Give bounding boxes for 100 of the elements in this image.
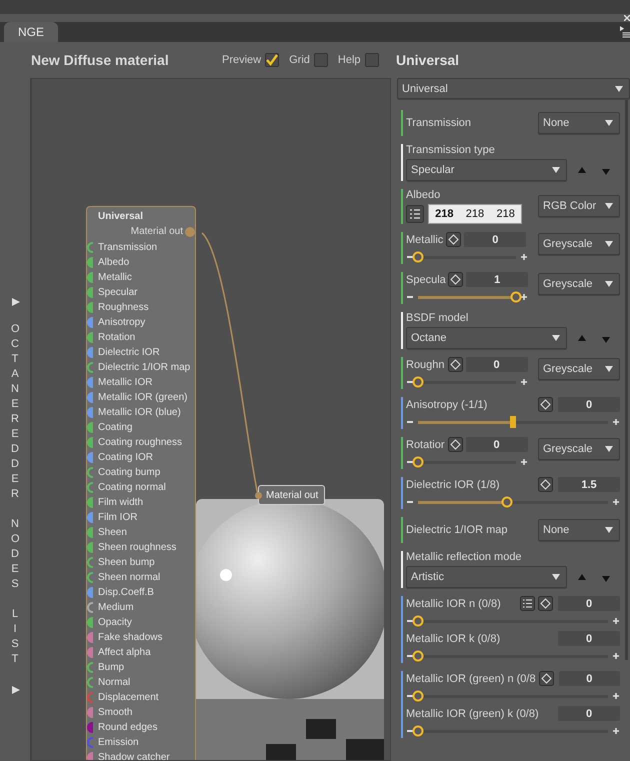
slider-thumb[interactable] (412, 650, 424, 662)
input-pin[interactable] (87, 542, 93, 553)
input-pin[interactable] (87, 347, 93, 358)
plus-icon[interactable] (520, 293, 528, 301)
move-up-icon[interactable] (578, 574, 586, 580)
input-pin[interactable] (87, 272, 93, 283)
input-pin[interactable] (255, 492, 262, 499)
input-pin[interactable] (87, 587, 93, 598)
value-field[interactable]: 1 (466, 272, 528, 287)
value-field[interactable]: 0 (558, 631, 620, 646)
value-field[interactable]: 0 (464, 232, 526, 247)
input-pin[interactable] (87, 482, 93, 493)
dropdown[interactable]: Artistic (406, 566, 567, 588)
diamond-icon[interactable] (448, 357, 463, 372)
node-type-dropdown[interactable]: Universal (397, 78, 630, 99)
close-icon[interactable] (624, 15, 630, 21)
dropdown[interactable]: Specular (406, 159, 567, 181)
input-pin[interactable] (87, 287, 93, 298)
dropdown[interactable]: Octane (406, 327, 567, 349)
checkbox[interactable] (364, 53, 379, 67)
checkbox[interactable] (265, 53, 280, 67)
panel-menu-icon[interactable] (620, 25, 630, 39)
output-node[interactable]: Material out (258, 485, 326, 505)
dropdown[interactable]: Greyscale (538, 233, 620, 255)
plus-icon[interactable] (520, 458, 528, 466)
move-up-icon[interactable] (578, 335, 586, 341)
input-pin[interactable] (87, 422, 93, 433)
diamond-icon[interactable] (448, 437, 463, 452)
input-pin[interactable] (87, 452, 93, 463)
minus-icon[interactable] (406, 498, 414, 506)
diamond-icon[interactable] (538, 477, 553, 492)
minus-icon[interactable] (406, 458, 414, 466)
input-pin[interactable] (87, 647, 93, 658)
minus-icon[interactable] (406, 253, 414, 261)
input-pin[interactable] (87, 407, 93, 418)
sidebar-label[interactable]: NODES (11, 517, 19, 592)
diamond-icon[interactable] (538, 596, 553, 611)
input-pin[interactable] (87, 677, 93, 688)
value-field[interactable]: 0 (558, 397, 620, 412)
dropdown[interactable]: Greyscale (538, 273, 620, 295)
diamond-icon[interactable] (538, 671, 554, 686)
input-pin[interactable] (87, 437, 93, 448)
minus-icon[interactable] (406, 652, 414, 660)
input-pin[interactable] (87, 467, 93, 478)
slider-thumb[interactable] (412, 456, 424, 468)
input-pin[interactable] (87, 512, 93, 523)
input-pin[interactable] (87, 692, 93, 703)
list-icon[interactable] (520, 596, 535, 611)
input-pin[interactable] (87, 362, 93, 373)
move-down-icon[interactable] (602, 168, 610, 174)
plus-icon[interactable] (520, 253, 528, 261)
input-pin[interactable] (87, 317, 93, 328)
value-field[interactable]: 0 (558, 671, 620, 686)
input-pin[interactable] (87, 302, 93, 313)
input-pin[interactable] (87, 332, 93, 343)
input-pin[interactable] (87, 602, 93, 613)
dropdown[interactable]: None (538, 112, 620, 134)
minus-icon[interactable] (406, 293, 414, 301)
dropdown[interactable]: Greyscale (538, 358, 620, 380)
checkbox[interactable] (314, 53, 328, 67)
color-field[interactable]: 218 218 218 (428, 204, 522, 224)
diamond-icon[interactable] (446, 232, 462, 247)
slider-thumb[interactable] (412, 252, 424, 262)
input-pin[interactable] (87, 572, 93, 583)
plus-icon[interactable] (612, 418, 620, 426)
move-up-icon[interactable] (578, 167, 586, 173)
input-pin[interactable] (87, 392, 93, 403)
value-field[interactable]: 1.5 (558, 477, 620, 492)
plus-icon[interactable] (612, 498, 620, 506)
output-pin[interactable] (185, 227, 195, 237)
minus-icon[interactable] (406, 617, 414, 625)
minus-icon[interactable] (406, 692, 414, 700)
panel-tab[interactable]: NGE (4, 22, 58, 42)
dropdown[interactable]: RGB Color (538, 195, 620, 217)
minus-icon[interactable] (406, 727, 414, 735)
minus-icon[interactable] (406, 378, 414, 386)
input-pin[interactable] (87, 707, 93, 718)
value-field[interactable]: 0 (466, 357, 528, 372)
expand-arrow-icon[interactable] (12, 298, 20, 306)
slider-thumb[interactable] (412, 690, 424, 702)
input-pin[interactable] (87, 632, 93, 643)
list-icon[interactable] (406, 205, 424, 223)
minus-icon[interactable] (406, 418, 414, 426)
slider-thumb[interactable] (412, 376, 424, 388)
diamond-icon[interactable] (448, 272, 464, 287)
slider-thumb[interactable] (412, 726, 424, 736)
plus-icon[interactable] (612, 617, 620, 625)
slider-thumb[interactable] (510, 416, 516, 428)
sidebar-label[interactable]: OCTANEREDDER (11, 322, 19, 502)
input-pin[interactable] (87, 377, 93, 388)
input-pin[interactable] (87, 557, 93, 568)
move-down-icon[interactable] (602, 336, 610, 342)
input-pin[interactable] (87, 737, 93, 748)
node-card[interactable] (86, 206, 196, 760)
dropdown[interactable]: None (538, 519, 620, 541)
expand-arrow-icon[interactable] (12, 686, 20, 694)
input-pin[interactable] (87, 497, 93, 508)
dropdown[interactable]: Greyscale (538, 438, 620, 460)
plus-icon[interactable] (612, 652, 620, 660)
slider-thumb[interactable] (510, 292, 522, 302)
